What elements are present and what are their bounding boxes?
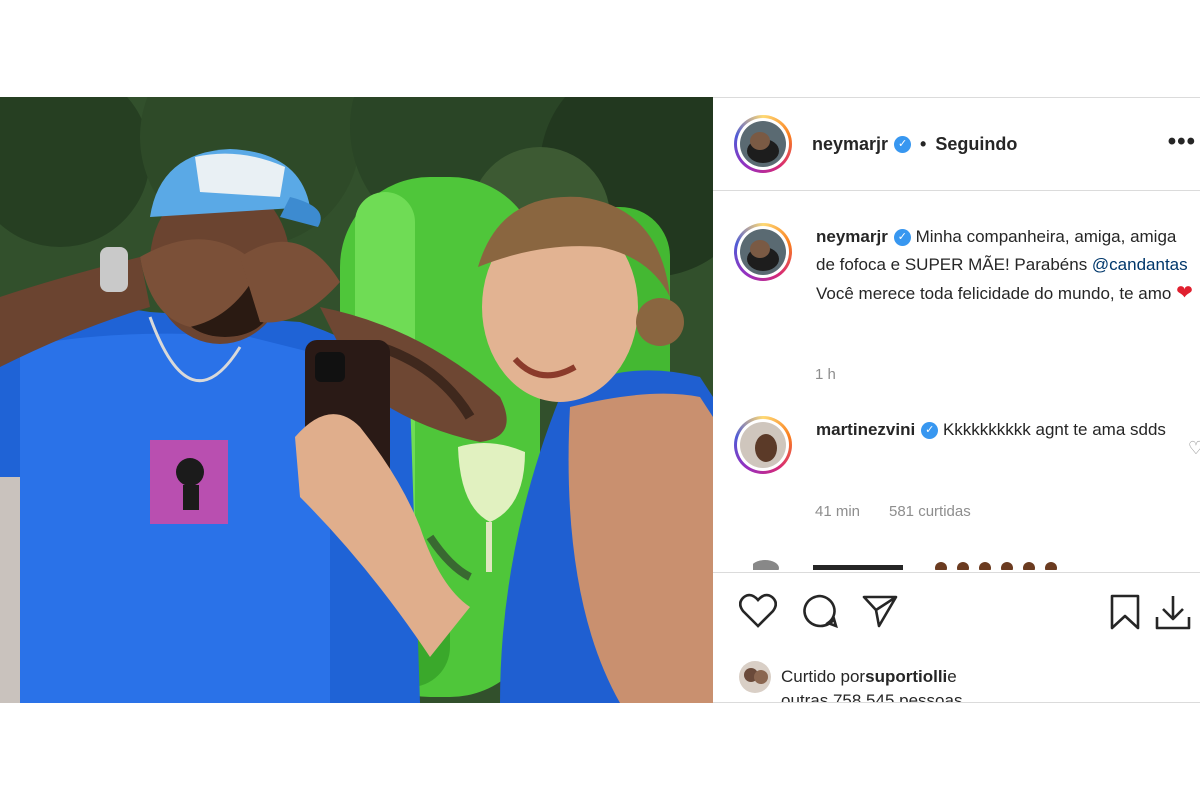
verified-icon: ✓ bbox=[921, 422, 939, 440]
author-username[interactable]: neymarjr bbox=[812, 134, 888, 155]
likes-count-link[interactable]: outras 758.545 pessoas bbox=[781, 691, 962, 702]
liked-by-prefix: Curtido por bbox=[781, 667, 866, 686]
liked-by-user[interactable]: suportiolli bbox=[865, 667, 947, 687]
comment-username[interactable]: martinezvini bbox=[816, 420, 915, 439]
post-photo[interactable] bbox=[0, 97, 713, 703]
commenter-avatar[interactable] bbox=[734, 416, 792, 474]
caption: neymarjr ✓ Minha companheira, amiga, amig… bbox=[734, 223, 1200, 308]
comment-icon[interactable] bbox=[801, 593, 839, 629]
caption-mention-link[interactable]: @candantas bbox=[1092, 255, 1188, 274]
post-side-panel: neymarjr ✓ • Seguindo ••• neymarjr ✓ Minh… bbox=[713, 97, 1200, 703]
comment-item: martinezvini ✓ Kkkkkkkkkk agnt te ama sdd… bbox=[734, 416, 1200, 474]
author-avatar[interactable] bbox=[734, 115, 792, 173]
more-options-icon[interactable]: ••• bbox=[1168, 128, 1196, 156]
comment-time[interactable]: 41 min bbox=[815, 503, 860, 520]
separator-dot: • bbox=[920, 133, 927, 154]
liked-by-suffix: e bbox=[947, 667, 957, 686]
post-header: neymarjr ✓ • Seguindo bbox=[713, 98, 1200, 191]
liker-avatar[interactable] bbox=[739, 661, 771, 693]
comment-text: martinezvini ✓ Kkkkkkkkkk agnt te ama sdd… bbox=[816, 416, 1196, 474]
caption-avatar[interactable] bbox=[734, 223, 792, 281]
red-heart-emoji: ❤ bbox=[1176, 282, 1193, 304]
follow-status-button[interactable]: Seguindo bbox=[935, 134, 1017, 155]
verified-icon: ✓ bbox=[894, 135, 912, 153]
caption-text: neymarjr ✓ Minha companheira, amiga, amig… bbox=[816, 223, 1196, 308]
next-comment-partial bbox=[753, 556, 1193, 570]
caption-time[interactable]: 1 h bbox=[815, 366, 836, 383]
verified-icon: ✓ bbox=[893, 229, 911, 247]
download-icon[interactable] bbox=[1153, 593, 1193, 631]
post-photo-image bbox=[0, 97, 713, 703]
share-icon[interactable] bbox=[861, 593, 899, 629]
comment-likes-count[interactable]: 581 curtidas bbox=[889, 503, 971, 520]
post-actions: Curtido por suportiolli e outras 758.545… bbox=[713, 572, 1200, 702]
caption-username[interactable]: neymarjr bbox=[816, 227, 888, 246]
comment-body: Kkkkkkkkkk agnt te ama sdds bbox=[942, 420, 1166, 439]
instagram-post: neymarjr ✓ • Seguindo ••• neymarjr ✓ Minh… bbox=[0, 97, 1200, 703]
liked-by: Curtido por suportiolli e bbox=[739, 661, 957, 693]
save-icon[interactable] bbox=[1108, 593, 1142, 631]
caption-body-2: Você merece toda felicidade do mundo, te… bbox=[816, 284, 1177, 303]
heart-icon[interactable] bbox=[739, 593, 777, 629]
comment-like-icon[interactable]: ♡ bbox=[1188, 438, 1200, 459]
